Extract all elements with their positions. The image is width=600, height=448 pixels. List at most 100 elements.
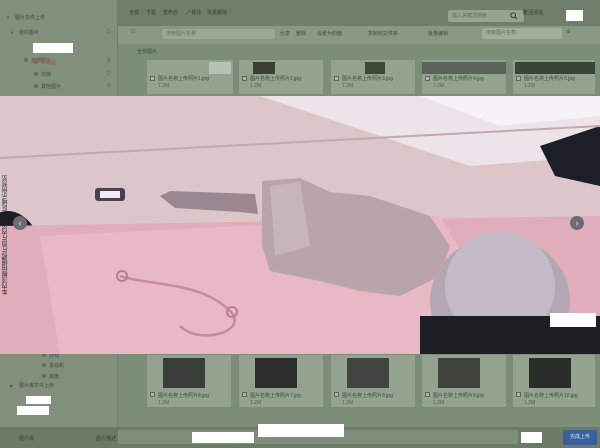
secondary-search-input[interactable]: 搜索图片名称 bbox=[482, 28, 562, 39]
image-search-placeholder: 搜索图片名称 bbox=[166, 31, 197, 37]
confirm-upload-button[interactable]: 完成上传 bbox=[563, 430, 597, 445]
folder-icon bbox=[34, 60, 38, 64]
checkbox[interactable] bbox=[425, 392, 430, 397]
image-caption: 图片名称上传照片2.jpg bbox=[250, 76, 301, 82]
sidebar-root-label: 图片文件上传 bbox=[15, 14, 46, 21]
set-cover-button[interactable]: 设置为封面 bbox=[317, 30, 342, 37]
select-all-icon[interactable]: ☐ bbox=[131, 29, 135, 35]
toolbar-move-button[interactable]: ⤢ 移动 bbox=[186, 9, 201, 16]
image-size: 1.2M bbox=[524, 83, 536, 89]
next-image-arrow-icon[interactable]: › bbox=[570, 216, 584, 230]
photo-preview[interactable]: ‹ › bbox=[0, 96, 600, 354]
folder-icon bbox=[34, 84, 38, 88]
image-size: 1.2M bbox=[250, 83, 262, 89]
image-caption: 图片名称上传照片10.jpg bbox=[524, 393, 578, 399]
preview-photo bbox=[0, 96, 600, 354]
image-caption: 图片名称上传照片4.jpg bbox=[433, 76, 484, 82]
chevron-down-icon: ▼ bbox=[6, 14, 10, 20]
sidebar-item-count: 0 bbox=[107, 59, 110, 65]
sidebar-item-my-images[interactable]: ▼ 我的图片 0 bbox=[0, 27, 118, 37]
image-size: 1.2M bbox=[524, 400, 536, 406]
image-caption: 图片名称上传照片5.jpg bbox=[524, 76, 575, 82]
sidebar-item-other[interactable]: 其他图片 0 bbox=[0, 81, 118, 91]
image-caption: 图片名称上传照片9.jpg bbox=[433, 393, 484, 399]
image-thumbnail bbox=[422, 62, 506, 74]
sidebar-item-label: 其他图片 bbox=[41, 83, 62, 90]
sidebar-item-vehicle[interactable]: 车辆图 0 bbox=[0, 57, 118, 67]
redacted-label bbox=[26, 396, 51, 404]
redacted-field bbox=[258, 424, 344, 437]
previous-image-arrow-icon[interactable]: ‹ bbox=[13, 216, 27, 230]
footer-library-label: 图片库 bbox=[19, 436, 35, 442]
image-search-input[interactable]: 搜索图片名称 bbox=[162, 29, 275, 39]
image-thumbnail bbox=[163, 358, 205, 388]
sidebar-item-upload[interactable]: ▶ 图片库文件上传 bbox=[0, 380, 118, 390]
copy-to-folder-button[interactable]: 复制到文件夹 bbox=[368, 30, 398, 37]
redacted-label bbox=[33, 43, 73, 53]
image-size: 1.2M bbox=[158, 83, 170, 89]
image-thumbnail bbox=[529, 358, 571, 388]
image-thumbnail bbox=[253, 62, 275, 74]
chevron-right-icon: ▶ bbox=[10, 382, 14, 388]
image-size: 1.2M bbox=[250, 400, 262, 406]
sidebar-item-count: 0 bbox=[107, 71, 110, 77]
redacted-label bbox=[17, 406, 49, 415]
image-card[interactable]: 图片名称上传照片10.jpg 1.2M bbox=[512, 354, 596, 408]
checkbox[interactable] bbox=[425, 76, 430, 81]
share-button[interactable]: 分享 bbox=[280, 30, 290, 37]
folder-icon bbox=[34, 72, 38, 76]
trash-label: 回收站 bbox=[528, 10, 544, 16]
footer-field-label: 图片描述 bbox=[96, 436, 117, 442]
preview-side-text: 车内顶棚拍摄照片图片内容展示区域示例预览 bbox=[3, 175, 9, 295]
image-card[interactable]: 图片名称上传照片5.jpg 1.2M bbox=[512, 59, 596, 95]
delete-button[interactable]: 删除 bbox=[296, 30, 306, 37]
image-thumbnail bbox=[209, 62, 231, 74]
checkbox[interactable] bbox=[242, 392, 247, 397]
toolbar-all-button[interactable]: 全部 bbox=[129, 9, 139, 16]
toolbar-rename-button[interactable]: 重命名 bbox=[163, 9, 178, 16]
toolbar-batch-delete-button[interactable]: 批量删除 bbox=[207, 9, 227, 16]
sidebar-item-label: 图片库文件上传 bbox=[19, 382, 55, 389]
settings-icon[interactable]: ⚙ bbox=[566, 29, 570, 35]
checkbox[interactable] bbox=[334, 76, 339, 81]
image-size: 1.2M bbox=[158, 400, 170, 406]
image-caption: 图片名称上传照片3.jpg bbox=[342, 76, 393, 82]
image-card[interactable]: 图片名称上传照片2.jpg 1.2M bbox=[238, 59, 324, 95]
toolbar-download-button[interactable]: 下载 bbox=[146, 9, 156, 16]
checkbox[interactable] bbox=[334, 392, 339, 397]
redacted-field bbox=[521, 432, 542, 443]
image-card[interactable]: 图片名称上传照片8.jpg 1.2M bbox=[330, 354, 416, 408]
sidebar-root[interactable]: ▼ 图片文件上传 bbox=[0, 12, 118, 22]
checkbox[interactable] bbox=[516, 392, 521, 397]
checkbox[interactable] bbox=[516, 76, 521, 81]
checkbox[interactable] bbox=[150, 392, 155, 397]
redacted-avatar bbox=[566, 10, 583, 21]
sidebar-item-label: 我的图片 bbox=[19, 29, 40, 36]
sidebar-item-count: 0 bbox=[107, 83, 110, 89]
image-card[interactable]: 图片名称上传照片3.jpg 1.2M bbox=[330, 59, 416, 95]
section-title: 全部图片 bbox=[137, 49, 158, 55]
checkbox[interactable] bbox=[242, 76, 247, 81]
folder-icon bbox=[42, 374, 46, 378]
image-card[interactable]: 图片名称上传照片4.jpg 1.2M bbox=[421, 59, 507, 95]
search-icon[interactable] bbox=[509, 10, 519, 22]
image-card[interactable]: 图片名称上传照片9.jpg 1.2M bbox=[421, 354, 507, 408]
sidebar-item-label: 车辆图 bbox=[41, 59, 57, 66]
image-caption: 图片名称上传照片8.jpg bbox=[342, 393, 393, 399]
folder-icon bbox=[42, 363, 46, 367]
image-card[interactable]: 图片名称上传照片1.jpg 1.2M bbox=[146, 59, 234, 95]
image-thumbnail bbox=[347, 358, 389, 388]
image-card[interactable]: 图片名称上传照片6.jpg 1.2M bbox=[146, 354, 232, 408]
image-thumbnail bbox=[438, 358, 480, 388]
batch-edit-button[interactable]: 批量编辑 bbox=[428, 30, 448, 37]
sidebar-item-interior[interactable]: 内饰 0 bbox=[0, 69, 118, 79]
image-caption: 图片名称上传照片1.jpg bbox=[158, 76, 209, 82]
image-card[interactable]: 图片名称上传照片7.jpg 1.2M bbox=[238, 354, 324, 408]
checkbox[interactable] bbox=[150, 76, 155, 81]
image-thumbnail bbox=[515, 62, 595, 74]
image-size: 1.2M bbox=[433, 83, 445, 89]
sidebar-item-engine[interactable]: 发动机 bbox=[0, 360, 118, 370]
trash-button[interactable]: 🗑回收站 bbox=[522, 9, 543, 16]
image-size: 1.2M bbox=[342, 400, 354, 406]
image-size: 1.2M bbox=[433, 400, 445, 406]
